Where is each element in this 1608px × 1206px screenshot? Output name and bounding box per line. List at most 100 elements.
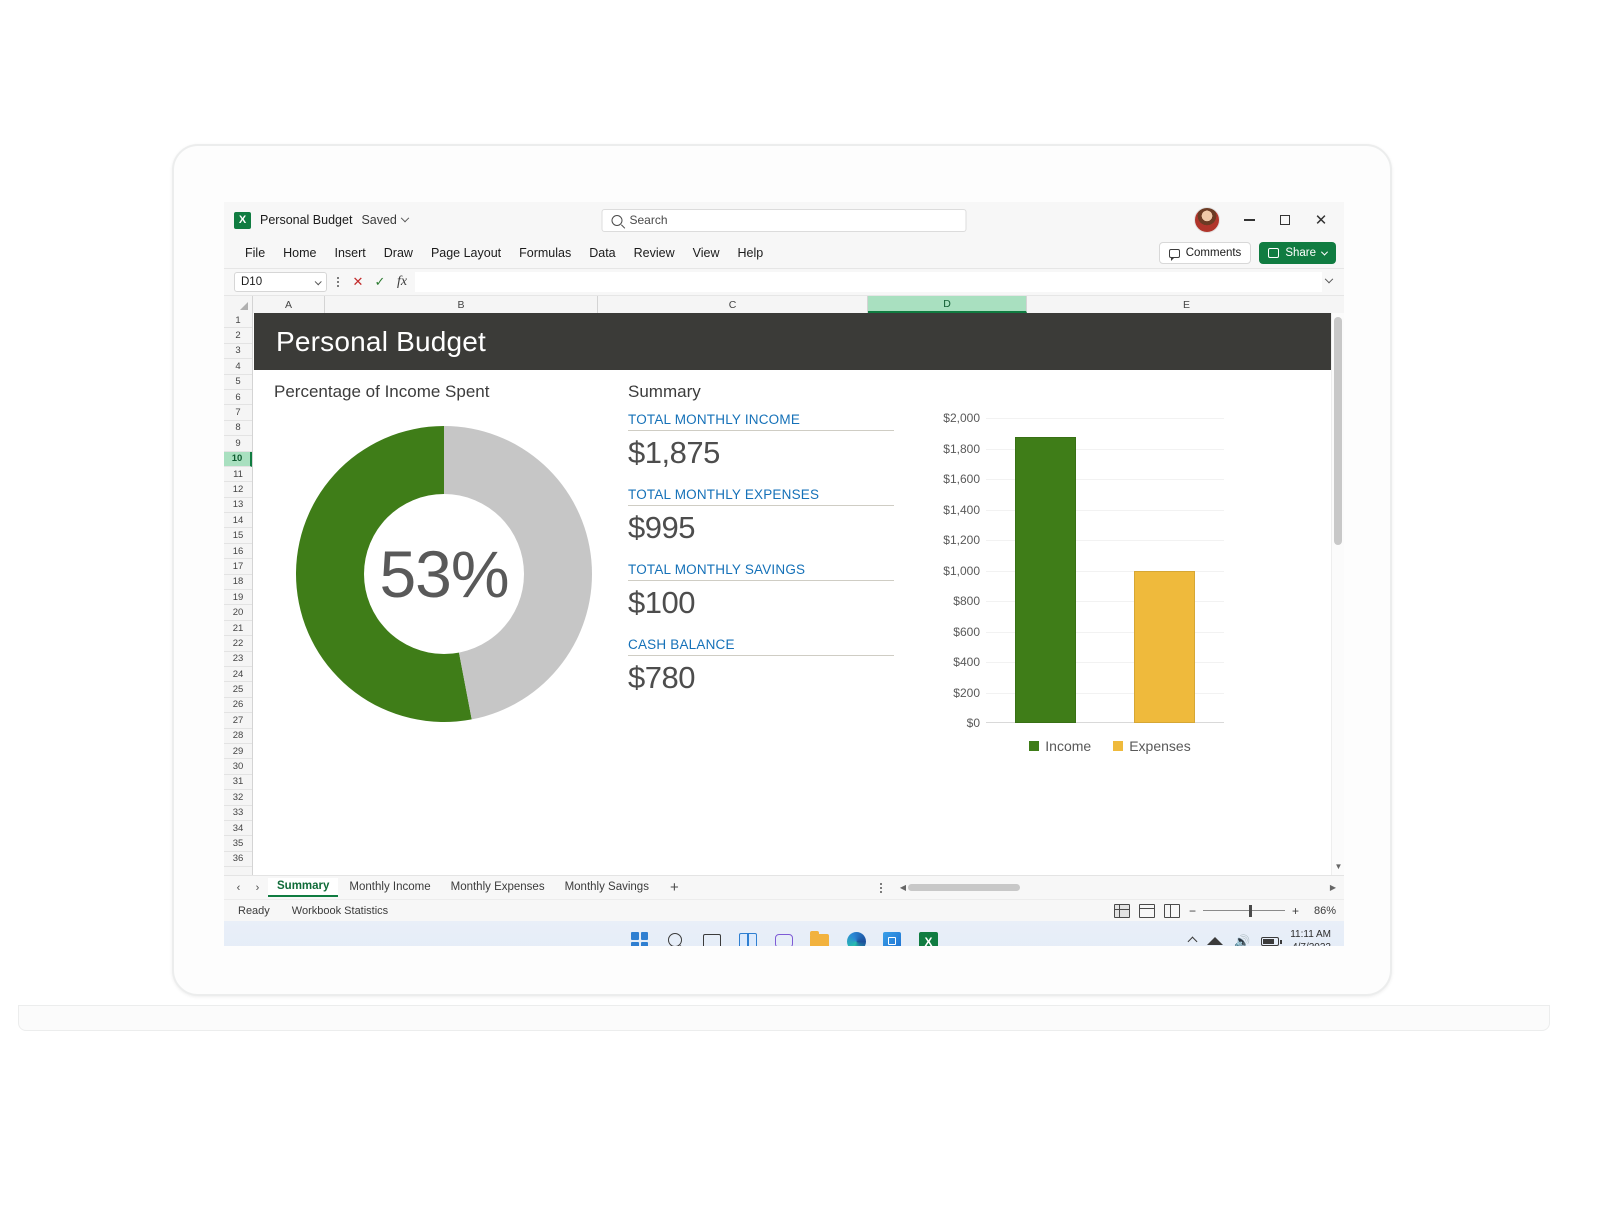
ribbon-tab-formulas[interactable]: Formulas — [510, 242, 580, 264]
wifi-icon[interactable] — [1207, 937, 1224, 945]
saved-state-label[interactable]: Saved — [361, 213, 410, 227]
clock[interactable]: 11:11 AM 4/7/2022 — [1290, 928, 1331, 946]
start-icon[interactable] — [629, 930, 651, 946]
share-button[interactable]: Share — [1259, 242, 1336, 264]
workbook-statistics-button[interactable]: Workbook Statistics — [292, 905, 388, 917]
row-header-34[interactable]: 34 — [224, 820, 252, 837]
cancel-entry-button[interactable]: ✕ — [349, 274, 367, 290]
previous-sheet-button[interactable]: ‹ — [230, 879, 247, 896]
maximize-button[interactable] — [1268, 205, 1302, 235]
row-header-12[interactable]: 12 — [224, 482, 252, 498]
search-icon[interactable] — [665, 930, 687, 946]
row-header-28[interactable]: 28 — [224, 728, 252, 744]
row-header-4[interactable]: 4 — [224, 359, 252, 375]
column-header-b[interactable]: B — [325, 296, 598, 313]
store-icon[interactable] — [881, 930, 903, 946]
row-header-21[interactable]: 21 — [224, 620, 252, 637]
file-explorer-icon[interactable] — [809, 930, 831, 946]
zoom-slider[interactable]: − + — [1189, 905, 1299, 917]
expand-formula-bar-icon[interactable] — [1324, 274, 1334, 284]
row-header-3[interactable]: 3 — [224, 343, 252, 360]
row-header-20[interactable]: 20 — [224, 605, 252, 621]
chat-icon[interactable] — [773, 930, 795, 946]
close-button[interactable]: ✕ — [1304, 205, 1338, 235]
zoom-in-button[interactable]: + — [1292, 905, 1299, 917]
row-header-33[interactable]: 33 — [224, 805, 252, 821]
row-header-14[interactable]: 14 — [224, 513, 252, 529]
row-header-19[interactable]: 19 — [224, 590, 252, 606]
horizontal-scrollbar[interactable]: ◀ ▶ — [898, 881, 1338, 894]
vertical-scrollbar-thumb[interactable] — [1334, 317, 1342, 545]
row-header-1[interactable]: 1 — [224, 313, 252, 329]
formula-bar-more-button[interactable] — [331, 277, 345, 287]
row-header-36[interactable]: 36 — [224, 851, 252, 868]
legend-item-expenses[interactable]: Expenses — [1113, 738, 1191, 754]
page-layout-view-button[interactable] — [1138, 903, 1155, 918]
sheet-tab-monthly-savings[interactable]: Monthly Savings — [556, 879, 658, 896]
row-header-15[interactable]: 15 — [224, 528, 252, 544]
scroll-left-icon[interactable]: ◀ — [898, 883, 908, 892]
task-view-icon[interactable] — [701, 930, 723, 946]
row-header-32[interactable]: 32 — [224, 790, 252, 806]
bar-expenses[interactable] — [1133, 571, 1196, 723]
column-header-d[interactable]: D — [868, 296, 1027, 313]
row-header-23[interactable]: 23 — [224, 651, 252, 667]
row-header-6[interactable]: 6 — [224, 389, 252, 406]
ribbon-tab-insert[interactable]: Insert — [326, 242, 375, 264]
scroll-down-icon[interactable]: ▼ — [1332, 860, 1344, 873]
column-header-e[interactable]: E — [1027, 296, 1344, 313]
zoom-slider-handle[interactable] — [1248, 904, 1252, 917]
next-sheet-button[interactable]: › — [249, 879, 266, 896]
avatar[interactable] — [1194, 207, 1220, 233]
volume-icon[interactable]: 🔊 — [1234, 935, 1250, 947]
edge-icon[interactable] — [845, 930, 867, 946]
row-header-10[interactable]: 10 — [224, 451, 252, 467]
excel-icon[interactable] — [917, 930, 939, 946]
row-header-18[interactable]: 18 — [224, 574, 252, 591]
comments-button[interactable]: Comments — [1158, 242, 1252, 264]
zoom-slider-track[interactable] — [1202, 904, 1285, 917]
select-all-corner-button[interactable] — [224, 296, 253, 313]
ribbon-tab-draw[interactable]: Draw — [375, 242, 422, 264]
row-header-27[interactable]: 27 — [224, 713, 252, 729]
row-header-8[interactable]: 8 — [224, 420, 252, 437]
row-header-35[interactable]: 35 — [224, 836, 252, 852]
row-header-7[interactable]: 7 — [224, 405, 252, 421]
row-header-5[interactable]: 5 — [224, 374, 252, 390]
row-header-25[interactable]: 25 — [224, 682, 252, 698]
add-sheet-button[interactable]: + — [660, 880, 689, 895]
battery-icon[interactable] — [1261, 936, 1282, 946]
normal-view-button[interactable] — [1113, 903, 1130, 918]
sheet-tab-monthly-income[interactable]: Monthly Income — [340, 879, 439, 896]
row-header-17[interactable]: 17 — [224, 559, 252, 575]
sheet-tab-more-button[interactable] — [874, 882, 888, 893]
row-header-22[interactable]: 22 — [224, 636, 252, 652]
bar-chart[interactable]: $2,000 $1,800 $1,600 $1,400 $1,200 $1,000 $800… — [914, 411, 1234, 762]
bar-income[interactable] — [1014, 437, 1077, 723]
sheet-tab-monthly-expenses[interactable]: Monthly Expenses — [442, 879, 554, 896]
ribbon-tab-data[interactable]: Data — [580, 242, 624, 264]
horizontal-scrollbar-thumb[interactable] — [908, 884, 1020, 891]
row-header-29[interactable]: 29 — [224, 743, 252, 760]
scroll-right-icon[interactable]: ▶ — [1328, 883, 1338, 892]
row-header-13[interactable]: 13 — [224, 497, 252, 514]
row-header-11[interactable]: 11 — [224, 466, 252, 483]
row-header-24[interactable]: 24 — [224, 666, 252, 683]
insert-function-icon[interactable]: fx — [393, 274, 411, 290]
minimize-button[interactable] — [1232, 205, 1266, 235]
row-header-31[interactable]: 31 — [224, 774, 252, 791]
zoom-out-button[interactable]: − — [1189, 905, 1196, 917]
widgets-icon[interactable] — [737, 930, 759, 946]
column-header-c[interactable]: C — [598, 296, 868, 313]
page-break-preview-button[interactable] — [1163, 903, 1180, 918]
vertical-scrollbar[interactable]: ▲ ▼ — [1331, 313, 1344, 875]
formula-input[interactable] — [415, 272, 1322, 292]
search-box[interactable]: Search — [601, 208, 967, 232]
ribbon-tab-review[interactable]: Review — [625, 242, 684, 264]
confirm-entry-button[interactable]: ✓ — [371, 274, 389, 290]
ribbon-tab-home[interactable]: Home — [274, 242, 325, 264]
zoom-percent-label[interactable]: 86% — [1308, 905, 1336, 917]
legend-item-income[interactable]: Income — [1029, 738, 1091, 754]
row-header-16[interactable]: 16 — [224, 543, 252, 560]
ribbon-tab-file[interactable]: File — [236, 242, 274, 264]
